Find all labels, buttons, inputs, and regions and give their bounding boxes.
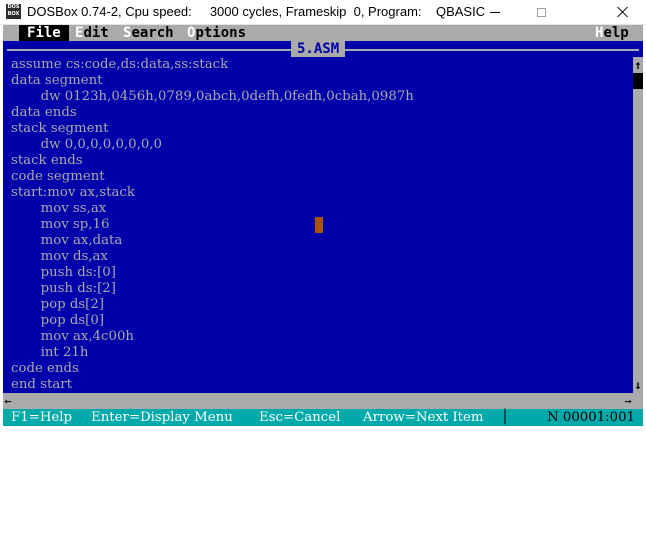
scroll-down-arrow-icon[interactable]: ↓ (633, 377, 643, 393)
menu-edit-label: dit (83, 25, 109, 41)
code-line: dw 0123h,0456h,0789,0abch,0defh,0fedh,0c… (11, 89, 414, 104)
code-line: code segment (11, 169, 105, 184)
status-esc-hint: Esc=Cancel (259, 410, 341, 425)
code-line: stack ends (11, 153, 83, 168)
status-arrow-hint: Arrow=Next Item (363, 410, 484, 425)
status-bar: F1=Help Enter=Display Menu Esc=Cancel Ar… (3, 409, 643, 426)
minimize-button[interactable] (472, 0, 518, 24)
maximize-icon (536, 7, 546, 17)
menu-search-label: earch (131, 25, 174, 41)
code-line: code ends (11, 361, 79, 376)
status-separator: │ (501, 410, 510, 425)
code-line: mov ds,ax (11, 249, 108, 264)
code-line: stack segment (11, 121, 109, 136)
text-cursor (315, 217, 323, 233)
code-line: dw 0,0,0,0,0,0,0,0 (11, 137, 162, 152)
code-line: mov ax,4c00h (11, 329, 134, 344)
cursor-position: N 00001:001 (547, 410, 636, 425)
code-line: assume cs:code,ds:data,ss:stack (11, 57, 229, 72)
code-line: push ds:[0] (11, 265, 116, 280)
editor-filename: 5.ASM (291, 41, 346, 57)
menu-file[interactable]: File (19, 25, 69, 41)
menu-options[interactable]: Options (179, 25, 254, 41)
code-line: pop ds[0] (11, 313, 105, 328)
dosbox-app-icon: DOS BOX (6, 4, 21, 19)
code-line: data ends (11, 105, 77, 120)
menu-edit[interactable]: Edit (67, 25, 117, 41)
vertical-scrollbar[interactable]: ↑ ↓ (633, 57, 643, 393)
window-title-bar: DOS BOX DOSBox 0.74-2, Cpu speed: 3000 c… (0, 0, 646, 25)
menu-file-label: ile (35, 25, 61, 41)
close-button[interactable] (600, 0, 646, 24)
close-icon (617, 6, 629, 18)
menu-help[interactable]: Help (587, 25, 637, 41)
status-enter-hint: Enter=Display Menu (91, 410, 233, 425)
code-line: data segment (11, 73, 103, 88)
vertical-scroll-thumb[interactable] (633, 73, 643, 89)
code-line: push ds:[2] (11, 281, 116, 296)
code-line: start:mov ax,stack (11, 185, 135, 200)
maximize-button[interactable] (518, 0, 564, 24)
code-line: end start (11, 377, 72, 392)
menu-options-label: ptions (195, 25, 247, 41)
scroll-right-arrow-icon[interactable]: → (623, 393, 633, 409)
window-title: DOSBox 0.74-2, Cpu speed: 3000 cycles, F… (27, 4, 486, 19)
menu-help-label: elp (603, 25, 629, 41)
horizontal-scrollbar[interactable]: ← → (3, 393, 643, 409)
menu-bar: File Edit Search Options Help (3, 25, 643, 41)
minimize-icon (490, 11, 500, 13)
code-line: pop ds[2] (11, 297, 105, 312)
status-help-hint: F1=Help (11, 410, 73, 425)
menu-search[interactable]: Search (115, 25, 182, 41)
dos-screen: File Edit Search Options Help 5.ASM assu… (3, 25, 643, 426)
code-line: mov ss,ax (11, 201, 107, 216)
code-line: mov ax,data (11, 233, 123, 248)
scroll-left-arrow-icon[interactable]: ← (3, 393, 13, 409)
scroll-up-arrow-icon[interactable]: ↑ (633, 57, 643, 73)
code-line: int 21h (11, 345, 89, 360)
